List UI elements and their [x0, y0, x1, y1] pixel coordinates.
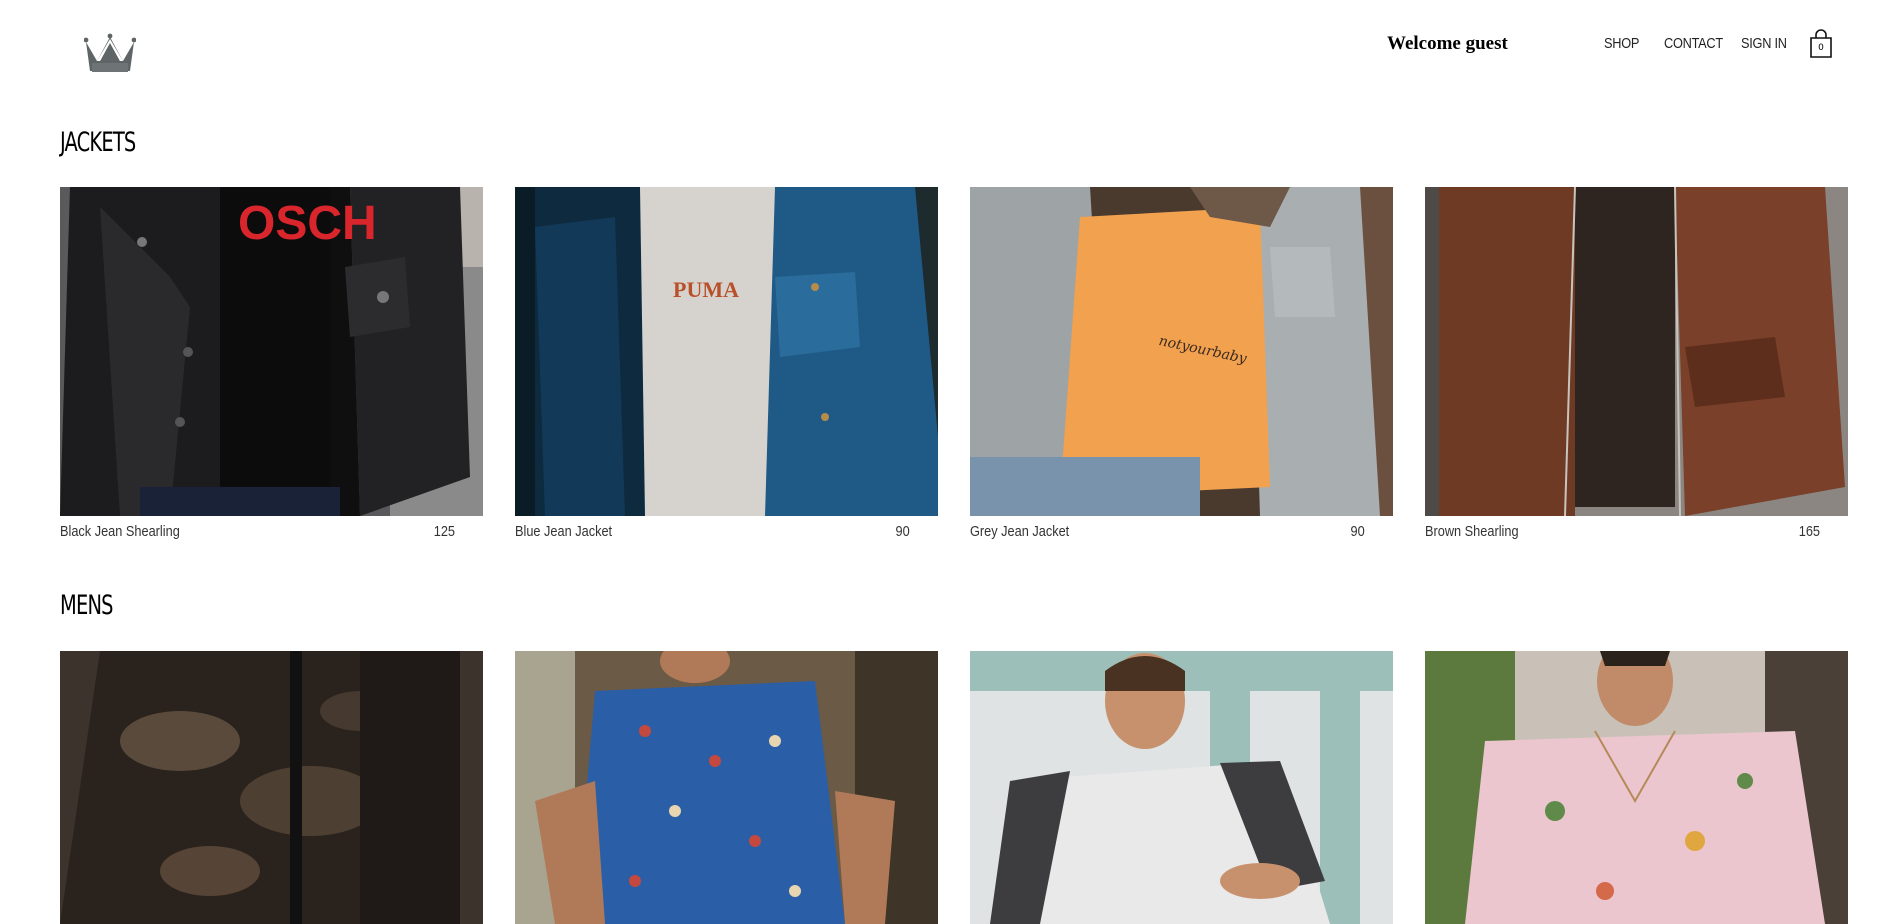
product-name: Blue Jean Jacket — [515, 523, 613, 540]
product-image[interactable] — [970, 651, 1393, 924]
cart-count: 0 — [1818, 43, 1824, 53]
home-logo-link[interactable] — [83, 33, 137, 75]
product-name: Brown Shearling — [1425, 523, 1519, 540]
product-price: 125 — [433, 523, 455, 540]
nav-contact-link[interactable]: CONTACT — [1664, 35, 1723, 52]
nav-shop-link[interactable]: SHOP — [1604, 35, 1639, 52]
product-image[interactable]: PUMA — [515, 187, 938, 516]
product-card[interactable]: OSCH Black Jean Shearling 125 — [60, 187, 483, 540]
product-image[interactable] — [60, 651, 483, 924]
site-header: Welcome guest SHOP CONTACT SIGN IN 0 — [0, 0, 1895, 90]
product-image[interactable]: OSCH — [60, 187, 483, 516]
product-price: 90 — [1350, 523, 1365, 540]
product-price: 90 — [895, 523, 910, 540]
product-image[interactable] — [515, 651, 938, 924]
product-card[interactable]: Brown Shearling 165 — [1425, 187, 1848, 540]
product-card[interactable] — [515, 651, 938, 924]
product-name: Grey Jean Jacket — [970, 523, 1070, 540]
product-card[interactable] — [1425, 651, 1848, 924]
product-card[interactable]: PUMA Blue Jean Jacket 90 — [515, 187, 938, 540]
nav-sign-in-link[interactable]: SIGN IN — [1741, 35, 1787, 52]
svg-text:OSCH: OSCH — [238, 197, 377, 250]
svg-text:PUMA: PUMA — [673, 277, 739, 302]
product-name: Black Jean Shearling — [60, 523, 180, 540]
product-card[interactable]: notyourbaby Grey Jean Jacket 90 — [970, 187, 1393, 540]
product-image[interactable] — [1425, 651, 1848, 924]
product-card[interactable] — [970, 651, 1393, 924]
cart-button[interactable]: 0 — [1808, 29, 1834, 59]
crown-icon — [83, 33, 137, 72]
section-title-jackets[interactable]: JACKETS — [60, 127, 136, 158]
product-image[interactable]: notyourbaby — [970, 187, 1393, 516]
welcome-message: Welcome guest — [1387, 33, 1508, 54]
product-image[interactable] — [1425, 187, 1848, 516]
product-price: 165 — [1798, 523, 1820, 540]
section-title-mens[interactable]: MENS — [60, 590, 114, 621]
product-card[interactable] — [60, 651, 483, 924]
